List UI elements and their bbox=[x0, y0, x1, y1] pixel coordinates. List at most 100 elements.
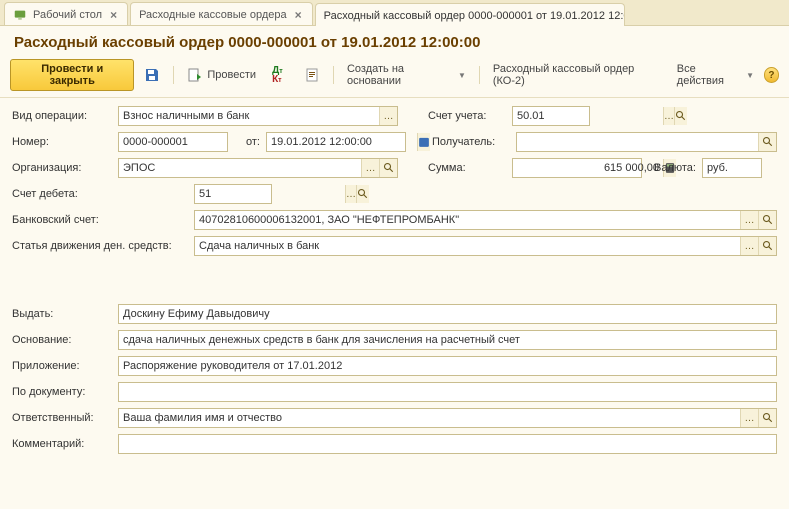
from-label: от: bbox=[234, 136, 260, 148]
bank-account-label: Банковский счет: bbox=[12, 214, 188, 226]
number-field[interactable] bbox=[118, 132, 228, 152]
magnifier-button[interactable] bbox=[758, 237, 776, 255]
debit-account-input[interactable] bbox=[195, 185, 345, 203]
post-label: Провести bbox=[207, 69, 256, 81]
responsible-label: Ответственный: bbox=[12, 412, 112, 424]
report-icon bbox=[304, 67, 320, 83]
bank-account-field[interactable]: … bbox=[194, 210, 777, 230]
debit-account-label: Счет дебета: bbox=[12, 188, 188, 200]
issue-to-input[interactable] bbox=[119, 305, 776, 323]
magnifier-button[interactable] bbox=[379, 159, 397, 177]
post-button[interactable]: Провести bbox=[181, 64, 262, 86]
operation-type-field[interactable]: … bbox=[118, 106, 398, 126]
date-field[interactable] bbox=[266, 132, 406, 152]
print-form-label: Расходный кассовый ордер (КО-2) bbox=[493, 63, 657, 87]
date-input[interactable] bbox=[267, 133, 417, 151]
recipient-label: Получатель: bbox=[432, 136, 510, 148]
ellipsis-button[interactable]: … bbox=[663, 107, 674, 125]
sum-label: Сумма: bbox=[428, 162, 506, 174]
tab-orders-list[interactable]: Расходные кассовые ордера × bbox=[130, 2, 313, 25]
separator bbox=[333, 66, 334, 84]
ellipsis-button[interactable]: … bbox=[740, 211, 758, 229]
issue-to-label: Выдать: bbox=[12, 308, 112, 320]
ellipsis-button[interactable]: … bbox=[379, 107, 397, 125]
attachment-input[interactable] bbox=[119, 357, 776, 375]
close-icon[interactable]: × bbox=[108, 8, 119, 22]
tab-label: Расходные кассовые ордера bbox=[139, 9, 287, 21]
organization-input[interactable] bbox=[119, 159, 361, 177]
account-label: Счет учета: bbox=[428, 110, 506, 122]
ellipsis-button[interactable]: … bbox=[361, 159, 379, 177]
magnifier-button[interactable] bbox=[758, 409, 776, 427]
account-field[interactable]: … bbox=[512, 106, 590, 126]
comment-input[interactable] bbox=[119, 435, 776, 453]
recipient-field[interactable] bbox=[516, 132, 777, 152]
issue-to-field[interactable] bbox=[118, 304, 777, 324]
operation-type-input[interactable] bbox=[119, 107, 379, 125]
organization-field[interactable]: … bbox=[118, 158, 398, 178]
calendar-button[interactable] bbox=[417, 133, 430, 151]
chevron-down-icon: ▼ bbox=[458, 71, 466, 80]
magnifier-button[interactable] bbox=[758, 211, 776, 229]
recipient-input[interactable] bbox=[517, 133, 758, 151]
basis-field[interactable] bbox=[118, 330, 777, 350]
attachment-field[interactable] bbox=[118, 356, 777, 376]
create-based-on-button[interactable]: Создать на основании ▼ bbox=[341, 60, 472, 90]
help-button[interactable]: ? bbox=[764, 67, 779, 83]
separator bbox=[173, 66, 174, 84]
close-icon[interactable]: × bbox=[293, 8, 304, 22]
comment-label: Комментарий: bbox=[12, 438, 112, 450]
currency-field[interactable] bbox=[702, 158, 762, 178]
responsible-field[interactable]: … bbox=[118, 408, 777, 428]
chevron-down-icon: ▼ bbox=[746, 71, 754, 80]
operation-type-label: Вид операции: bbox=[12, 110, 112, 122]
save-button[interactable] bbox=[138, 64, 166, 86]
account-input[interactable] bbox=[513, 107, 663, 125]
dtkt-icon: ДтКт bbox=[272, 67, 288, 83]
number-label: Номер: bbox=[12, 136, 112, 148]
all-actions-label: Все действия bbox=[677, 63, 740, 87]
sum-field[interactable] bbox=[512, 158, 642, 178]
debit-account-field[interactable]: … bbox=[194, 184, 272, 204]
comment-field[interactable] bbox=[118, 434, 777, 454]
magnifier-button[interactable] bbox=[758, 133, 776, 151]
cash-flow-item-input[interactable] bbox=[195, 237, 740, 255]
post-and-close-button[interactable]: Провести и закрыть bbox=[10, 59, 134, 91]
tab-bar: Рабочий стол × Расходные кассовые ордера… bbox=[0, 0, 789, 26]
currency-label: Валюта: bbox=[654, 162, 696, 174]
attachment-label: Приложение: bbox=[12, 360, 112, 372]
app-window: Рабочий стол × Расходные кассовые ордера… bbox=[0, 0, 789, 509]
post-icon bbox=[187, 67, 203, 83]
basis-input[interactable] bbox=[119, 331, 776, 349]
by-document-input[interactable] bbox=[119, 383, 776, 401]
page-title: Расходный кассовый ордер 0000-000001 от … bbox=[14, 34, 775, 51]
create-based-on-label: Создать на основании bbox=[347, 63, 452, 87]
tab-desktop[interactable]: Рабочий стол × bbox=[4, 2, 128, 25]
form-area: Вид операции: … Счет учета: … Номер: от: bbox=[0, 98, 789, 468]
responsible-input[interactable] bbox=[119, 409, 740, 427]
floppy-icon bbox=[144, 67, 160, 83]
toolbar: Провести и закрыть Провести ДтКт Создать… bbox=[0, 55, 789, 98]
report-button[interactable] bbox=[298, 64, 326, 86]
ellipsis-button[interactable]: … bbox=[345, 185, 356, 203]
tab-label: Рабочий стол bbox=[33, 9, 102, 21]
ellipsis-button[interactable]: … bbox=[740, 409, 758, 427]
magnifier-button[interactable] bbox=[674, 107, 687, 125]
tab-label: Расходный кассовый ордер 0000-000001 от … bbox=[324, 10, 625, 22]
cash-flow-item-label: Статья движения ден. средств: bbox=[12, 240, 188, 252]
dt-kt-button[interactable]: ДтКт bbox=[266, 64, 294, 86]
by-document-field[interactable] bbox=[118, 382, 777, 402]
organization-label: Организация: bbox=[12, 162, 112, 174]
currency-input[interactable] bbox=[703, 159, 789, 177]
sum-input[interactable] bbox=[513, 159, 663, 177]
magnifier-button[interactable] bbox=[356, 185, 369, 203]
basis-label: Основание: bbox=[12, 334, 112, 346]
all-actions-button[interactable]: Все действия ▼ bbox=[671, 60, 760, 90]
tab-order-document[interactable]: Расходный кассовый ордер 0000-000001 от … bbox=[315, 3, 625, 26]
cash-flow-item-field[interactable]: … bbox=[194, 236, 777, 256]
print-form-button[interactable]: Расходный кассовый ордер (КО-2) bbox=[487, 60, 663, 90]
bank-account-input[interactable] bbox=[195, 211, 740, 229]
separator bbox=[479, 66, 480, 84]
by-document-label: По документу: bbox=[12, 386, 112, 398]
ellipsis-button[interactable]: … bbox=[740, 237, 758, 255]
